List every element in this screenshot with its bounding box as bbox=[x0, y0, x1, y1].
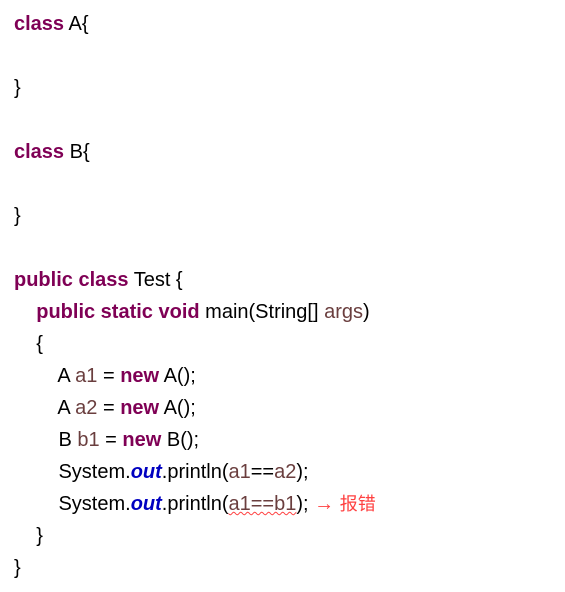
code-text: A bbox=[14, 397, 75, 419]
field-out: out bbox=[131, 493, 162, 515]
field-out: out bbox=[131, 461, 162, 483]
error-annotation-label: 报错 bbox=[340, 494, 376, 514]
keyword-void: void bbox=[153, 301, 200, 323]
code-text: System. bbox=[14, 493, 131, 515]
println-call: .println( bbox=[162, 493, 229, 515]
code-text: System. bbox=[14, 461, 131, 483]
error-expression: a1==b1 bbox=[229, 493, 297, 515]
var-a1: a1 bbox=[75, 365, 97, 387]
ctor-a: A(); bbox=[159, 397, 196, 419]
keyword-class: class bbox=[73, 269, 129, 291]
println-call: .println( bbox=[162, 461, 229, 483]
keyword-new: new bbox=[120, 397, 159, 419]
brace-open: { bbox=[14, 333, 43, 355]
ctor-b: B(); bbox=[161, 429, 199, 451]
keyword-public: public bbox=[14, 269, 73, 291]
ctor-a: A(); bbox=[159, 365, 196, 387]
arrow-icon: → bbox=[309, 493, 340, 515]
keyword-new: new bbox=[120, 365, 159, 387]
brace-close: } bbox=[14, 77, 21, 99]
class-name-test: Test { bbox=[129, 269, 183, 291]
keyword-static: static bbox=[95, 301, 153, 323]
brace-close: } bbox=[14, 525, 43, 547]
keyword-class: class bbox=[14, 13, 64, 35]
class-name-a: A{ bbox=[64, 13, 88, 35]
method-main: main(String[] bbox=[200, 301, 324, 323]
var-a2: a2 bbox=[75, 397, 97, 419]
assign-op: = bbox=[100, 429, 123, 451]
code-editor-view: class A{ } class B{ } public class Test … bbox=[14, 8, 551, 584]
paren-close: ) bbox=[363, 301, 370, 323]
code-block: class A{ } class B{ } public class Test … bbox=[14, 8, 551, 584]
brace-close: } bbox=[14, 205, 21, 227]
keyword-class: class bbox=[14, 141, 64, 163]
class-name-b: B{ bbox=[64, 141, 90, 163]
var-ref-a1: a1 bbox=[229, 461, 251, 483]
keyword-new: new bbox=[122, 429, 161, 451]
assign-op: = bbox=[97, 397, 120, 419]
var-ref-a2: a2 bbox=[274, 461, 296, 483]
param-args: args bbox=[324, 301, 363, 323]
stmt-end: ); bbox=[296, 461, 308, 483]
code-text: A bbox=[14, 365, 75, 387]
keyword-public: public bbox=[36, 301, 95, 323]
code-text: B bbox=[14, 429, 77, 451]
stmt-end: ); bbox=[296, 493, 308, 515]
eq-op: == bbox=[251, 461, 274, 483]
var-b1: b1 bbox=[77, 429, 99, 451]
assign-op: = bbox=[97, 365, 120, 387]
brace-close: } bbox=[14, 557, 21, 579]
